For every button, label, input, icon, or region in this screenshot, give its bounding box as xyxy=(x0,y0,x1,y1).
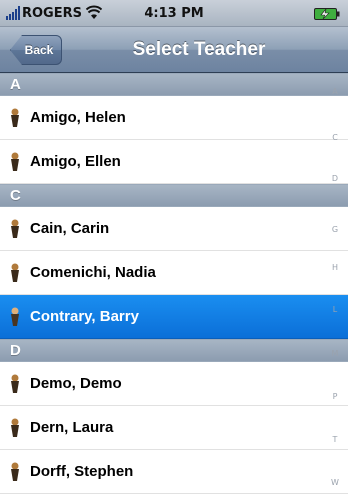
teacher-name: Demo, Demo xyxy=(30,375,122,392)
teacher-name: Amigo, Ellen xyxy=(30,153,121,170)
person-icon xyxy=(11,108,19,127)
navigation-bar: Back Select Teacher xyxy=(0,27,348,73)
section-index[interactable]: A C D G H L M P T W xyxy=(322,73,348,501)
section-header-a: A xyxy=(0,73,348,96)
index-letter[interactable]: W xyxy=(322,478,348,487)
person-icon xyxy=(11,219,19,238)
index-letter[interactable]: A xyxy=(322,87,348,96)
section-header-d: D xyxy=(0,339,348,362)
teacher-name: Comenichi, Nadia xyxy=(30,264,156,281)
index-letter[interactable]: G xyxy=(322,225,348,234)
person-icon xyxy=(11,418,19,437)
status-time: 4:13 PM xyxy=(144,6,204,21)
teacher-row[interactable]: Amigo, Ellen xyxy=(0,140,348,184)
battery-charging-icon xyxy=(314,8,340,20)
index-letter[interactable]: D xyxy=(322,174,348,183)
person-icon xyxy=(11,307,19,326)
index-letter[interactable]: C xyxy=(322,133,348,142)
person-icon xyxy=(11,152,19,171)
person-icon xyxy=(11,263,19,282)
teacher-row[interactable]: Comenichi, Nadia xyxy=(0,251,348,295)
index-letter[interactable]: T xyxy=(322,435,348,444)
teacher-name: Contrary, Barry xyxy=(30,308,139,325)
teacher-name: Dern, Laura xyxy=(30,419,114,436)
teacher-row[interactable]: Dern, Laura xyxy=(0,406,348,450)
teacher-row[interactable]: Amigo, Helen xyxy=(0,96,348,140)
teacher-row[interactable]: Demo, Demo xyxy=(0,362,348,406)
teacher-row[interactable]: Dorff, Stephen xyxy=(0,450,348,494)
back-button[interactable]: Back xyxy=(10,35,62,65)
status-bar: ROGERS 4:13 PM xyxy=(0,0,348,27)
teacher-row[interactable]: Cain, Carin xyxy=(0,207,348,251)
index-letter[interactable]: H xyxy=(322,263,348,272)
section-header-c: C xyxy=(0,184,348,207)
person-icon xyxy=(11,374,19,393)
index-letter[interactable]: M xyxy=(322,349,348,358)
teacher-list: A Amigo, Helen Amigo, Ellen C Cain, Cari… xyxy=(0,73,348,494)
person-icon xyxy=(11,462,19,481)
teacher-name: Dorff, Stephen xyxy=(30,463,134,480)
index-letter[interactable]: P xyxy=(322,392,348,401)
index-letter[interactable]: L xyxy=(322,305,348,314)
teacher-row-selected[interactable]: Contrary, Barry xyxy=(0,295,348,339)
teacher-name: Amigo, Helen xyxy=(30,109,126,126)
teacher-name: Cain, Carin xyxy=(30,220,110,237)
page-title: Select Teacher xyxy=(132,39,266,60)
